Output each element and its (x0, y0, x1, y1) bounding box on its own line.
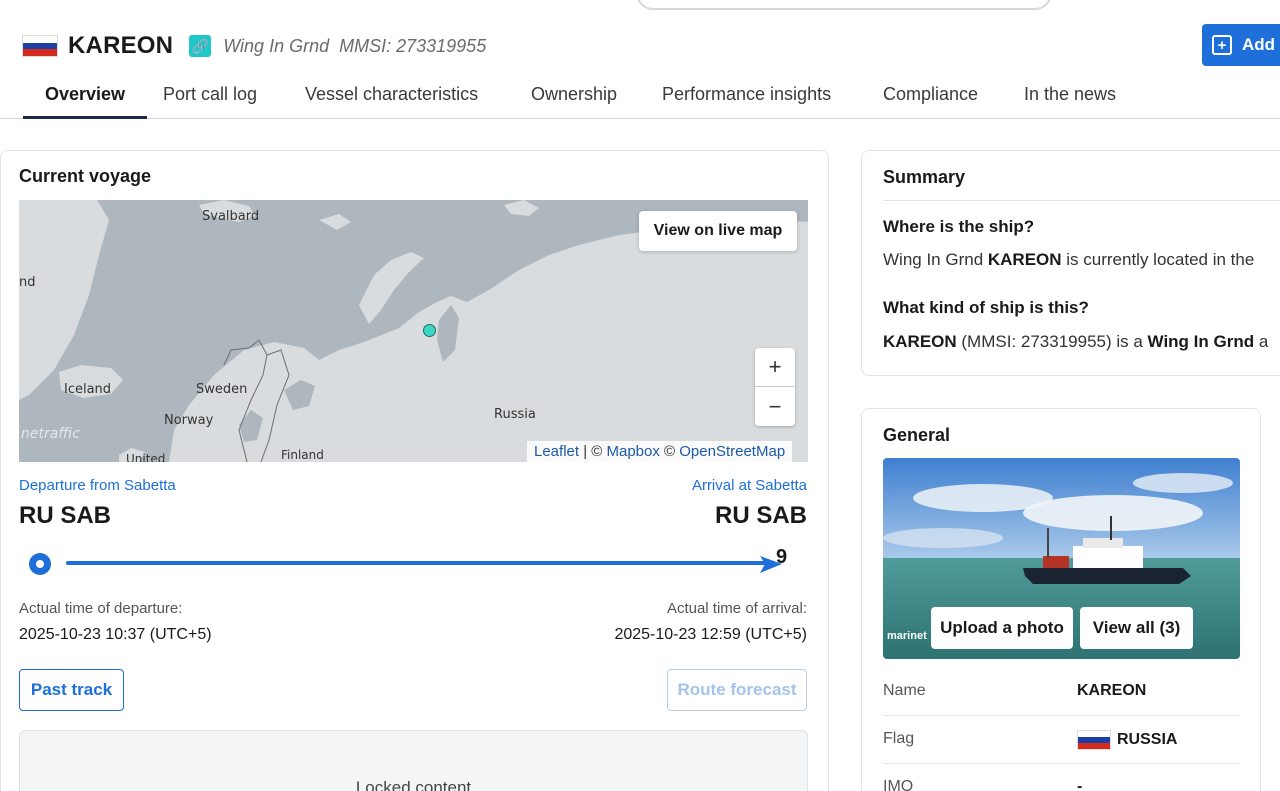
search-bar[interactable] (636, 0, 1052, 10)
summary-a2-suffix: a (1254, 332, 1269, 351)
map-label-svalbard: Svalbard (202, 209, 260, 224)
current-voyage-title: Current voyage (19, 166, 152, 186)
summary-a2-type: Wing In Grnd (1147, 332, 1255, 351)
general-card: General marinet Upload a photo View all … (861, 408, 1261, 791)
summary-a2-name: KAREON (883, 332, 957, 351)
russia-flag-icon (22, 35, 58, 57)
summary-title: Summary (883, 167, 966, 187)
summary-a2-mid: (MMSI: 273319955) is a (956, 332, 1148, 351)
tab-in-the-news[interactable]: In the news (1024, 84, 1116, 119)
tab-overview[interactable]: Overview (23, 84, 148, 119)
zoom-out-button[interactable]: − (755, 387, 795, 426)
atd-value: 2025-10-23 10:37 (UTC+5) (19, 626, 212, 643)
link-icon[interactable]: 🔗 (189, 35, 212, 57)
atd-label: Actual time of departure: (19, 600, 183, 617)
summary-answer-type: KAREON (MMSI: 273319955) is a Wing In Gr… (883, 332, 1268, 352)
tab-compliance[interactable]: Compliance (883, 84, 978, 119)
general-title: General (883, 425, 951, 445)
summary-question-location: Where is the ship? (883, 217, 1035, 236)
row-value: KAREON (1077, 682, 1147, 699)
vessel-type: Wing In Grnd (223, 35, 330, 56)
mapbox-link[interactable]: Mapbox (607, 443, 660, 460)
locked-content-label: Locked content (355, 778, 472, 791)
past-track-button[interactable]: Past track (19, 669, 124, 711)
departure-port-code: RU SAB (19, 502, 112, 529)
route-forecast-button[interactable]: Route forecast (667, 669, 807, 711)
plus-icon: + (1212, 35, 1232, 55)
general-row-imo: IMO - (883, 764, 1240, 791)
attribution-separator: | © (579, 443, 607, 460)
tab-performance-insights[interactable]: Performance insights (662, 84, 831, 119)
row-key: IMO (883, 778, 914, 791)
general-row-name: Name KAREON (883, 668, 1240, 716)
flag-country: RUSSIA (1117, 731, 1178, 748)
tab-ownership[interactable]: Ownership (531, 84, 617, 119)
photo-watermark: marinet (887, 630, 927, 642)
ata-value: 2025-10-23 12:59 (UTC+5) (614, 626, 807, 643)
map-zoom-control: + − (755, 348, 795, 426)
tab-port-call-log[interactable]: Port call log (163, 84, 257, 119)
voyage-end-marker: 9 (760, 546, 794, 583)
row-value: RUSSIA (1077, 730, 1177, 750)
departure-label[interactable]: Departure from Sabetta (19, 477, 176, 494)
tab-vessel-characteristics[interactable]: Vessel characteristics (305, 84, 478, 119)
vessel-header: KAREON 🔗 Wing In Grnd MMSI: 273319955 (22, 30, 486, 62)
arrival-label[interactable]: Arrival at Sabetta (692, 477, 807, 494)
summary-divider (883, 200, 1280, 201)
row-value: - (1077, 778, 1083, 791)
voyage-start-marker (29, 553, 51, 575)
vessel-mmsi: MMSI: 273319955 (339, 35, 487, 56)
summary-question-type: What kind of ship is this? (883, 298, 1089, 317)
summary-a1-suffix: is currently located in the (1061, 250, 1255, 269)
map-label-norway: Norway (164, 413, 214, 428)
voyage-progress-line (66, 561, 768, 565)
map-label-greenland-fragment: nd (19, 275, 36, 290)
summary-a1-name: KAREON (987, 250, 1062, 269)
ata-label: Actual time of arrival: (666, 600, 807, 617)
summary-answer-location: Wing In Grnd KAREON is currently located… (883, 250, 1254, 270)
arrival-port-code: RU SAB (714, 502, 807, 529)
map-watermark: netraffic (21, 426, 81, 442)
view-all-photos-button[interactable]: View all (3) (1080, 607, 1193, 649)
general-row-flag: Flag RUSSIA (883, 716, 1240, 764)
russia-flag-small-icon (1077, 730, 1111, 750)
locked-content-panel: Locked content (19, 730, 808, 791)
summary-a1-prefix: Wing In Grnd (883, 250, 988, 269)
tab-bar: Overview Port call log Vessel characteri… (0, 72, 1280, 119)
map-label-finland: Finland (281, 448, 324, 462)
row-key: Name (883, 682, 926, 699)
map-label-russia: Russia (494, 407, 536, 422)
upload-photo-button[interactable]: Upload a photo (931, 607, 1073, 649)
zoom-in-button[interactable]: + (755, 348, 795, 387)
map-attribution: Leaflet | © Mapbox © OpenStreetMap (527, 441, 793, 462)
add-button[interactable]: + Add (1202, 24, 1280, 66)
row-key: Flag (883, 730, 915, 747)
leaflet-link[interactable]: Leaflet (534, 443, 579, 460)
add-button-label: Add (1242, 35, 1276, 54)
map-label-sweden: Sweden (196, 382, 248, 397)
map-label-iceland: Iceland (64, 382, 112, 397)
view-live-map-button[interactable]: View on live map (639, 211, 797, 251)
summary-card: Summary Where is the ship? Wing In Grnd … (861, 150, 1280, 376)
vessel-name: KAREON (68, 32, 174, 59)
attribution-osm-prefix: © (659, 443, 680, 460)
end-marker-label: 9 (776, 546, 788, 568)
map-label-united: United (126, 452, 166, 462)
openstreetmap-link[interactable]: OpenStreetMap (679, 443, 785, 460)
vessel-position-marker[interactable] (423, 324, 436, 337)
